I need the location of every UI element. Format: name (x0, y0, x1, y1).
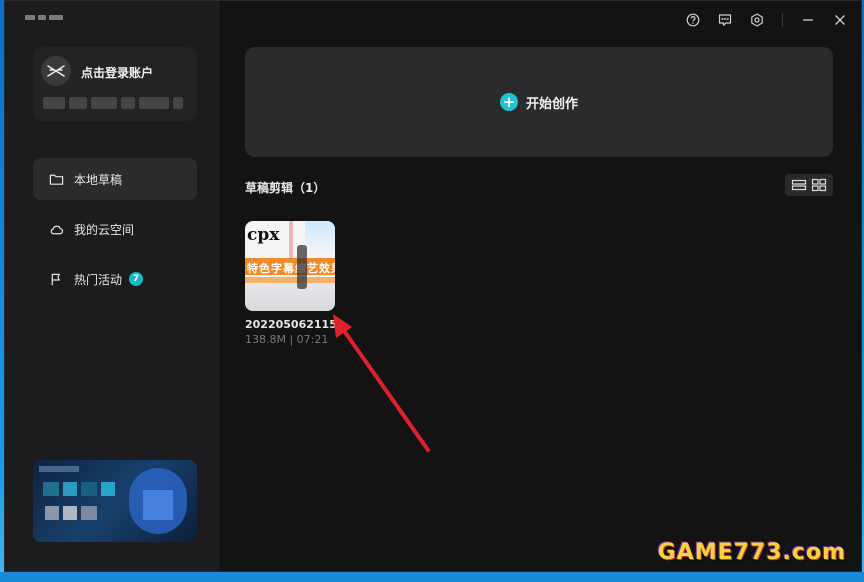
settings-icon[interactable] (748, 11, 766, 29)
folder-icon (49, 174, 64, 185)
sidebar-item-local-drafts[interactable]: 本地草稿 (33, 158, 197, 200)
notification-badge: 7 (129, 272, 144, 286)
promo-banner[interactable] (33, 460, 197, 542)
capcut-logo-icon (41, 56, 71, 86)
draft-name: 202205062115 (245, 318, 337, 331)
flag-icon (51, 273, 60, 285)
cloud-icon (50, 225, 63, 234)
sidebar-item-label: 我的云空间 (74, 222, 135, 237)
help-icon[interactable] (684, 11, 702, 29)
sidebar-item-label: 本地草稿 (74, 172, 123, 187)
feedback-icon[interactable] (716, 11, 734, 29)
blurred-account-info (43, 97, 183, 109)
thumbnail-subtitle: 特色字幕综艺效果 (247, 262, 335, 275)
sidebar-item-label: 热门活动 (74, 272, 123, 287)
site-watermark: GAME773.com (657, 540, 846, 565)
login-link[interactable]: 点击登录账户 (81, 64, 153, 81)
start-create-button[interactable]: + 开始创作 (245, 47, 833, 157)
list-view-icon[interactable] (791, 178, 807, 192)
draft-item[interactable]: cpx 特色字幕综艺效果 202205062115 138.8M | 07:21 (245, 221, 337, 346)
drafts-section-title: 草稿剪辑（1） (245, 181, 326, 195)
start-create-label: 开始创作 (525, 96, 578, 112)
controls-divider (782, 13, 783, 27)
draft-meta: 138.8M | 07:21 (245, 333, 329, 346)
account-card[interactable]: 点击登录账户 (33, 47, 197, 121)
sidebar-item-cloud-space[interactable]: 我的云空间 (33, 208, 197, 250)
main-area: + 开始创作 草稿剪辑（1） cpx 特色字幕综艺效果 202205062115… (222, 1, 861, 571)
person-figure (297, 245, 307, 289)
grid-view-icon[interactable] (811, 178, 827, 192)
thumbnail-title: cpx (247, 225, 280, 245)
minimize-icon[interactable] (799, 11, 817, 29)
sidebar-item-hot-events[interactable]: 热门活动 7 (33, 258, 197, 300)
plus-icon: + (499, 93, 518, 111)
sidebar: 点击登录账户 本地草稿 我的云空间 热门活动 7 (5, 1, 221, 571)
sidebar-nav: 本地草稿 我的云空间 热门活动 7 (33, 158, 197, 308)
desktop-taskbar-edge (0, 572, 864, 582)
window-controls (684, 11, 849, 29)
view-toggle[interactable] (785, 174, 833, 196)
draft-thumbnail[interactable]: cpx 特色字幕综艺效果 (245, 221, 335, 311)
app-window: 点击登录账户 本地草稿 我的云空间 热门活动 7 + 开始创作 草稿剪辑（1） … (4, 0, 862, 572)
close-icon[interactable] (831, 11, 849, 29)
app-logo (25, 15, 67, 23)
